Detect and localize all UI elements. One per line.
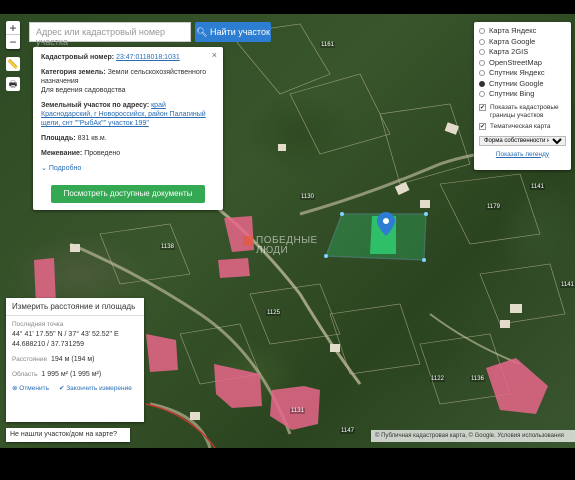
watermark-line2: ЛЮДИ bbox=[256, 245, 289, 256]
cancel-measure-button[interactable]: ⊗ Отменить bbox=[12, 384, 49, 394]
plot-number-label: 1147 bbox=[340, 428, 355, 434]
check-icon: ✔ bbox=[58, 385, 65, 392]
plot-number-label: 1125 bbox=[266, 310, 281, 316]
survey-label: Межевание: bbox=[41, 150, 83, 157]
show-legend-link[interactable]: Показать легенду bbox=[479, 151, 566, 158]
parcel-highlight bbox=[218, 258, 250, 278]
measure-area-value: 1 995 м² (1 995 м²) bbox=[41, 371, 102, 378]
plot-number-label: 1138 bbox=[160, 244, 175, 250]
find-plot-button[interactable]: 🔍︎ Найти участок bbox=[195, 22, 271, 42]
address-label: Земельный участок по адресу: bbox=[41, 102, 150, 109]
view-documents-button[interactable]: Посмотреть доступные документы bbox=[51, 185, 205, 203]
parcel-highlight bbox=[214, 364, 262, 408]
layer-label: OpenStreetMap bbox=[489, 57, 542, 67]
cadastral-number-label: Кадастровый номер: bbox=[41, 54, 115, 61]
radio-selected-icon bbox=[479, 80, 485, 87]
plot-number-label: 1161 bbox=[320, 42, 335, 48]
plot-number-label: 1136 bbox=[470, 376, 485, 382]
layer-option-2gis-map[interactable]: Карта 2GIS bbox=[479, 47, 566, 58]
address-row: Земельный участок по адресу: край Красно… bbox=[41, 101, 215, 128]
page: 1161 1179 1141 1125 1136 1122 1130 1147 … bbox=[0, 0, 575, 480]
thematic-select[interactable]: Форма собственности на у bbox=[479, 135, 566, 146]
radio-icon bbox=[479, 28, 485, 35]
radio-icon bbox=[479, 59, 485, 66]
watermark-logo-icon bbox=[243, 236, 253, 246]
checkbox-checked-icon: ✔ bbox=[479, 122, 486, 130]
distance-value: 194 м (194 м) bbox=[51, 356, 95, 363]
radio-icon bbox=[479, 70, 485, 77]
survey-value: Проведено bbox=[84, 150, 121, 157]
cancel-icon: ⊗ bbox=[12, 385, 18, 392]
cancel-label: Отменить bbox=[19, 385, 49, 392]
plot-number-label: 1131 bbox=[290, 408, 305, 414]
checkbox-label: Тематическая карта bbox=[490, 122, 551, 130]
measure-panel: Измерить расстояние и площадь Последняя … bbox=[6, 298, 144, 422]
chevron-down-icon: ⌄ bbox=[41, 165, 47, 172]
area-value: 831 кв.м. bbox=[77, 135, 107, 142]
layer-label: Карта 2GIS bbox=[489, 47, 529, 56]
last-point-label: Последняя точка bbox=[12, 321, 64, 328]
show-cadastral-borders-checkbox[interactable]: ✔ Показать кадастровые границы участков bbox=[479, 103, 566, 120]
layer-label: Спутник Google bbox=[489, 78, 544, 88]
road bbox=[149, 402, 212, 448]
search-input[interactable]: Адрес или кадастровый номер участка bbox=[29, 22, 191, 47]
layer-label: Карта Google bbox=[489, 36, 536, 46]
close-icon[interactable]: × bbox=[212, 51, 217, 60]
checkbox-checked-icon: ✔ bbox=[479, 103, 486, 111]
layer-option-osm[interactable]: OpenStreetMap bbox=[479, 58, 566, 69]
layer-option-google-map[interactable]: Карта Google bbox=[479, 37, 566, 48]
area-row: Площадь: 831 кв.м. bbox=[41, 134, 215, 143]
layer-label: Спутник Bing bbox=[489, 89, 535, 98]
map-attribution: © Публичная кадастровая карта, © Google.… bbox=[371, 430, 575, 442]
land-category-label: Категория земель: bbox=[41, 69, 106, 76]
layer-option-bing-satellite[interactable]: Спутник Bing bbox=[479, 89, 566, 100]
land-use-value: Для ведения садоводства bbox=[41, 87, 126, 94]
zoom-in-button[interactable]: + bbox=[6, 21, 20, 35]
layer-label: Спутник Яндекс bbox=[489, 68, 545, 77]
radio-icon bbox=[479, 38, 485, 45]
area-label: Площадь: bbox=[41, 135, 76, 142]
find-plot-label: Найти участок bbox=[210, 27, 270, 37]
cadastral-number-row: Кадастровый номер: 23:47:0118018:1031 bbox=[41, 53, 215, 62]
layer-label: Карта Яндекс bbox=[489, 26, 537, 35]
distance-label: Расстояние bbox=[12, 356, 48, 363]
finish-label: Закончить измерение bbox=[66, 385, 132, 392]
plot-number-label: 1141 bbox=[560, 282, 575, 288]
survey-row: Межевание: Проведено bbox=[41, 149, 215, 158]
search-icon: 🔍︎ bbox=[196, 27, 208, 37]
ruler-icon[interactable]: 📏 bbox=[6, 57, 20, 71]
zoom-control: + − bbox=[6, 21, 20, 49]
watermark: ПОБЕДНЫЕ ЛЮДИ bbox=[243, 236, 318, 256]
layer-option-yandex-satellite[interactable]: Спутник Яндекс bbox=[479, 68, 566, 79]
plot-number-label: 1141 bbox=[530, 184, 545, 190]
radio-icon bbox=[479, 49, 485, 56]
finish-measure-button[interactable]: ✔ Закончить измерение bbox=[59, 384, 132, 394]
plot-number-label: 1179 bbox=[486, 204, 501, 210]
details-link[interactable]: ⌄ Подробно bbox=[41, 164, 215, 173]
coords-dms: 44° 41' 17.55" N / 37° 43' 52.52" E bbox=[12, 331, 119, 338]
plot-number-label: 1130 bbox=[300, 194, 315, 200]
parcel-highlight bbox=[146, 334, 178, 372]
plot-number-label: 1122 bbox=[430, 376, 445, 382]
layer-option-google-satellite[interactable]: Спутник Google bbox=[479, 79, 566, 90]
layers-panel: Карта Яндекс Карта Google Карта 2GIS Ope… bbox=[474, 22, 571, 170]
road-red bbox=[145, 403, 216, 448]
measure-area-label: Область bbox=[12, 371, 38, 378]
cadastral-number-link[interactable]: 23:47:0118018:1031 bbox=[116, 54, 180, 61]
not-found-link[interactable]: Не нашли участок/дом на карте? bbox=[6, 428, 130, 442]
zoom-out-button[interactable]: − bbox=[6, 35, 20, 49]
checkbox-label: Показать кадастровые границы участков bbox=[490, 103, 559, 119]
parcel-highlight bbox=[486, 358, 548, 414]
thematic-map-checkbox[interactable]: ✔ Тематическая карта bbox=[479, 122, 566, 131]
print-icon[interactable]: 🖶 bbox=[6, 77, 20, 91]
details-label: Подробно bbox=[48, 165, 82, 172]
plot-info-popup: × Кадастровый номер: 23:47:0118018:1031 … bbox=[33, 47, 223, 210]
radio-icon bbox=[479, 91, 485, 98]
coords-decimal: 44.688210 / 37.731259 bbox=[12, 341, 85, 348]
land-category-row: Категория земель: Земли сельскохозяйстве… bbox=[41, 68, 215, 95]
measure-title: Измерить расстояние и площадь bbox=[6, 298, 144, 316]
layer-option-yandex-map[interactable]: Карта Яндекс bbox=[479, 26, 566, 37]
